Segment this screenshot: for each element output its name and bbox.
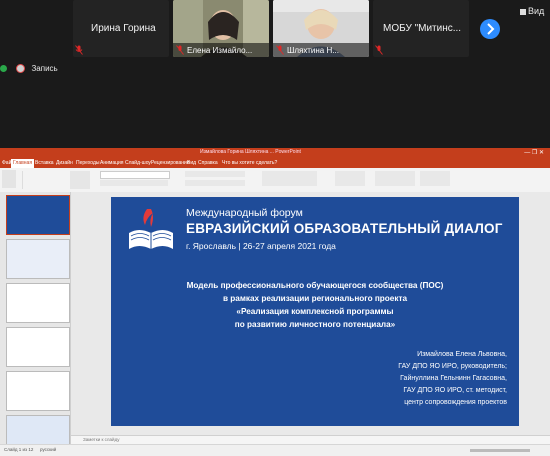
font-format-row[interactable] bbox=[100, 180, 168, 186]
ribbon-tabs: Файл Главная Вставка Дизайн Переходы Ани… bbox=[0, 159, 550, 168]
tab-help[interactable]: Справка bbox=[198, 160, 218, 166]
chevron-right-icon bbox=[487, 23, 495, 35]
ribbon-toolbar bbox=[0, 168, 550, 193]
tab-insert[interactable]: Вставка bbox=[35, 160, 54, 166]
next-participants-button[interactable] bbox=[480, 19, 500, 39]
quick-styles[interactable] bbox=[335, 171, 365, 186]
view-label: Вид bbox=[528, 6, 545, 16]
participant-name: Елена Измайло... bbox=[187, 46, 253, 55]
slide-body-line: в рамках реализации регионального проект… bbox=[222, 294, 408, 303]
slide-body-line: по развитию личностного потенциала» bbox=[234, 320, 396, 329]
paste-icon[interactable] bbox=[2, 170, 16, 188]
mic-muted-icon bbox=[276, 45, 284, 55]
participant-video-tile[interactable]: Шляхтина Н... bbox=[273, 0, 369, 57]
slide-thumbnail-panel bbox=[0, 192, 71, 455]
slide-body-line: Модель профессионального обучающегося со… bbox=[186, 281, 444, 290]
forum-title-line1: Международный форум bbox=[186, 207, 303, 219]
tab-transitions[interactable]: Переходы bbox=[76, 160, 99, 166]
participant-tile[interactable]: Ирина Горина bbox=[73, 0, 169, 57]
ppt-title-bar: Измайлова Горина Шляхтина ... PowerPoint… bbox=[0, 148, 550, 159]
mic-muted-icon bbox=[375, 45, 383, 55]
tab-view[interactable]: Вид bbox=[187, 160, 196, 166]
notes-placeholder: Заметки к слайду bbox=[83, 437, 120, 442]
view-button[interactable]: Вид bbox=[520, 6, 544, 16]
shapes-gallery[interactable] bbox=[262, 171, 317, 186]
slide[interactable]: Международный форум ЕВРАЗИЙСКИЙ ОБРАЗОВА… bbox=[111, 197, 519, 426]
author-line: Измайлова Елена Львовна, bbox=[417, 351, 507, 358]
participant-name: Шляхтина Н... bbox=[287, 46, 339, 55]
grid-icon bbox=[520, 8, 526, 15]
slide-thumbnail[interactable] bbox=[6, 327, 70, 367]
tab-animations[interactable]: Анимация bbox=[100, 160, 123, 166]
window-controls[interactable]: — ❐ ✕ bbox=[524, 149, 544, 156]
ribbon-group bbox=[22, 171, 63, 189]
window-title: Измайлова Горина Шляхтина ... PowerPoint bbox=[200, 149, 301, 155]
tab-slideshow[interactable]: Слайд-шоу bbox=[125, 160, 151, 166]
slide-counter: Слайд 1 из 12 bbox=[4, 447, 34, 452]
zoom-slider[interactable] bbox=[470, 449, 530, 452]
tab-design[interactable]: Дизайн bbox=[56, 160, 73, 166]
participant-video-tile[interactable]: Елена Измайло... bbox=[173, 0, 269, 57]
recording-indicator[interactable]: Запись bbox=[0, 64, 58, 78]
author-line: Гайнуллина Гельнинн Гагасовна, bbox=[400, 375, 507, 382]
record-label: Запись bbox=[31, 64, 58, 74]
slide-body-line: «Реализация комплексной программы bbox=[236, 307, 394, 316]
alignment-row[interactable] bbox=[185, 180, 245, 186]
participant-name: Ирина Горина bbox=[91, 23, 156, 34]
shape-fill-options[interactable] bbox=[375, 171, 415, 186]
paragraph-row[interactable] bbox=[185, 171, 245, 177]
tab-home[interactable]: Главная bbox=[11, 159, 35, 168]
tell-me-search[interactable]: Что вы хотите сделать? bbox=[222, 160, 277, 166]
slide-thumbnail[interactable] bbox=[6, 283, 70, 323]
status-bar: Слайд 1 из 12 русский bbox=[0, 444, 550, 456]
forum-title-line2: ЕВРАЗИЙСКИЙ ОБРАЗОВАТЕЛЬНЫЙ ДИАЛОГ bbox=[186, 221, 503, 236]
mic-muted-icon bbox=[176, 45, 184, 55]
mic-muted-icon bbox=[75, 45, 83, 55]
tab-review[interactable]: Рецензирование bbox=[151, 160, 190, 166]
slide-thumbnail[interactable] bbox=[6, 371, 70, 411]
font-selector[interactable] bbox=[100, 171, 170, 179]
language-indicator: русский bbox=[40, 447, 57, 452]
editing-group[interactable] bbox=[420, 171, 450, 186]
participant-tile[interactable]: МОБУ "Митинс... bbox=[373, 0, 469, 57]
new-slide-icon[interactable] bbox=[70, 171, 90, 189]
share-area-top bbox=[0, 80, 550, 148]
author-line: ГАУ ДПО ЯО ИРО, ст. методист, bbox=[403, 387, 507, 394]
slide-thumbnail[interactable] bbox=[6, 195, 70, 235]
record-icon bbox=[16, 64, 26, 74]
participant-name: МОБУ "Митинс... bbox=[383, 23, 462, 34]
author-line: центр сопровождения проектов bbox=[404, 399, 507, 406]
author-line: ГАУ ДПО ЯО ИРО, руководитель; bbox=[398, 363, 507, 370]
slide-thumbnail[interactable] bbox=[6, 239, 70, 279]
shield-icon bbox=[0, 65, 7, 73]
forum-location-date: г. Ярославль | 26-27 апреля 2021 года bbox=[186, 241, 336, 251]
book-logo-icon bbox=[129, 209, 173, 249]
